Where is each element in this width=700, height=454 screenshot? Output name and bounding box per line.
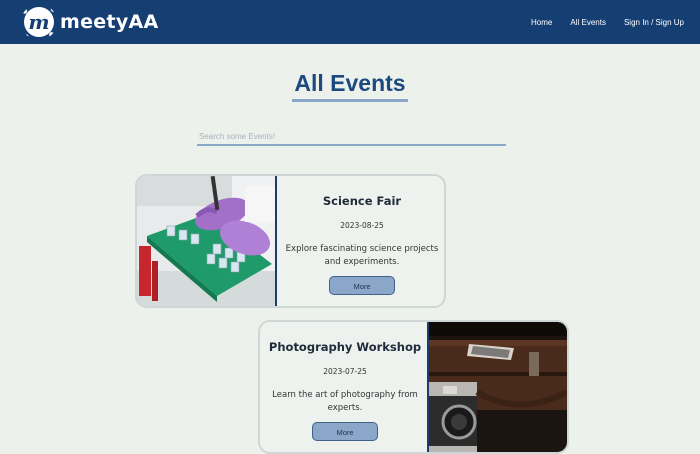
event-description: Explore fascinating science projects and… [285,244,439,267]
nav-all-events-link[interactable]: All Events [570,18,606,27]
nav-sign-in-link[interactable]: Sign In / Sign Up [624,18,684,27]
event-date: 2023-08-25 [340,221,384,230]
logo-badge-icon: m [21,4,57,40]
event-title: Science Fair [322,194,402,208]
event-description: Learn the art of photography from expert… [272,390,418,413]
event-image-lab [137,176,277,306]
more-button[interactable]: More [312,422,378,441]
navbar: m meetyAA Home All Events Sign In / Sign… [0,0,700,44]
lab-photo [137,176,275,306]
event-card: Science Fair 2023-08-25 Explore fascinat… [135,174,446,308]
brand-name: meetyAA [60,11,159,33]
search-input[interactable] [197,129,506,146]
page-title: All Events [292,70,408,102]
event-card: Photography Workshop 2023-07-25 Learn th… [258,320,569,454]
more-button[interactable]: More [329,276,395,295]
page-title-wrap: All Events [0,70,700,102]
event-title: Photography Workshop [268,340,422,354]
nav-home-link[interactable]: Home [531,18,552,27]
event-card-body: Photography Workshop 2023-07-25 Learn th… [260,322,430,452]
logo-badge-letter: m [28,10,50,34]
camera-photo [429,322,567,452]
event-card-body: Science Fair 2023-08-25 Explore fascinat… [277,176,444,306]
event-date: 2023-07-25 [323,367,367,376]
event-image-camera [427,322,567,452]
brand-logo[interactable]: m meetyAA [21,4,159,40]
nav-links: Home All Events Sign In / Sign Up [531,0,684,44]
